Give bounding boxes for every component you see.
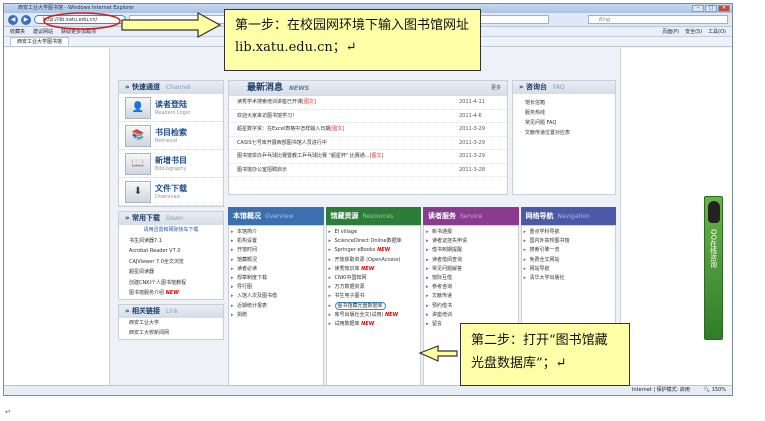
url-highlight-ellipse (43, 12, 121, 30)
arrow-to-callout1 (121, 11, 222, 39)
step2-callout: 第二步：打开“图书馆藏光盘数据库”；↵ (460, 323, 630, 386)
step1-callout: 第一步：在校园网环境下输入图书馆网址 lib.xatu.edu.cn；↵ (224, 9, 481, 71)
arrow-to-callout2 (418, 345, 458, 362)
paragraph-mark: ↵ (5, 408, 11, 416)
